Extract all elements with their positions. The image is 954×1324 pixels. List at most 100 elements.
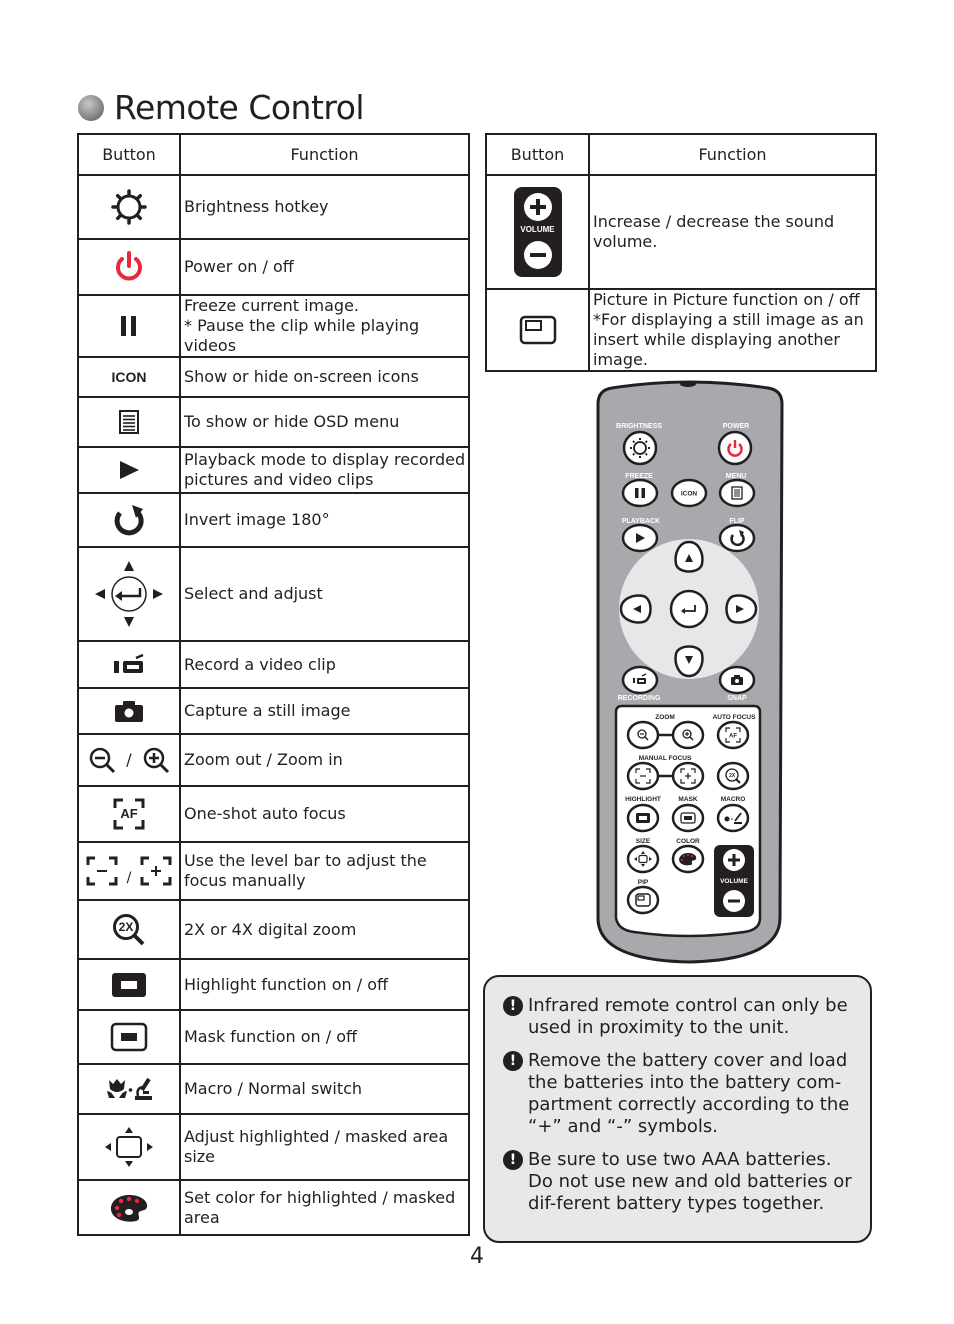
remote-flip-button[interactable]	[718, 523, 756, 553]
auto-focus-label: AF	[120, 806, 138, 821]
remote-up-button[interactable]	[674, 540, 704, 573]
button-cell: /	[77, 841, 181, 901]
focus-separator: /	[126, 870, 132, 886]
macro-normal-icon	[107, 1077, 152, 1100]
function-cell: Brightness hotkey	[179, 174, 470, 240]
table-row: VOLUME Increase / decrease the sound vol…	[485, 174, 877, 290]
table-row: Record a video clip	[77, 640, 470, 689]
page-number: 4	[470, 1244, 484, 1269]
remote-highlight-button[interactable]	[626, 803, 660, 833]
remote-digital-zoom-button[interactable]: 2X	[716, 761, 750, 791]
remote-right-button[interactable]	[725, 594, 758, 624]
note-text: Be sure to use two AAA batteries. Do not…	[528, 1149, 852, 1214]
remote-label-zoom: ZOOM	[655, 714, 675, 721]
function-cell: Use the level bar to adjust the focus ma…	[179, 841, 470, 901]
svg-text:2X: 2X	[729, 773, 736, 779]
remote-label-macro: MACRO	[721, 796, 746, 803]
remote-color-button[interactable]	[671, 844, 705, 874]
button-cell	[77, 546, 181, 642]
remote-label-power: POWER	[723, 423, 749, 430]
mask-icon	[110, 1022, 148, 1052]
header-function: Function	[179, 133, 470, 176]
note-item: ! Infrared remote control can only be us…	[503, 995, 852, 1039]
button-cell	[77, 958, 181, 1011]
function-cell: Increase / decrease the sound volume.	[588, 174, 877, 290]
remote-zoom-out-button[interactable]	[626, 720, 660, 750]
button-cell	[77, 174, 181, 240]
table-row: Picture in Picture function on / off *Fo…	[485, 288, 877, 372]
remote-control-illustration: BRIGHTNESS POWER FREEZE MENU ICON PLAYBA…	[596, 380, 784, 964]
remote-label-manual-focus: MANUAL FOCUS	[639, 755, 692, 762]
svg-text:AF: AF	[729, 734, 737, 740]
digital-zoom-label: 2X	[118, 919, 134, 934]
camera-icon	[115, 701, 143, 722]
remote-volume-rocker[interactable]: VOLUME	[714, 845, 754, 917]
table-row: Capture a still image	[77, 687, 470, 735]
remote-auto-focus-button[interactable]: AF	[716, 720, 750, 750]
zoom-separator: /	[126, 750, 132, 769]
remote-down-button[interactable]	[674, 645, 704, 678]
table-row: 2X 2X or 4X digital zoom	[77, 899, 470, 960]
table-row: AF One-shot auto focus	[77, 785, 470, 843]
remote-label-auto-focus: AUTO FOCUS	[713, 714, 757, 721]
button-cell	[77, 1179, 181, 1236]
remote-label-brightness: BRIGHTNESS	[616, 423, 662, 430]
table-row: / Use the level bar to adjust the focus …	[77, 841, 470, 901]
menu-icon	[119, 410, 139, 434]
remote-menu-button[interactable]	[718, 478, 756, 508]
note-text: Infrared remote control can only be used…	[528, 995, 848, 1038]
table-header-row: Button Function	[485, 133, 877, 176]
remote-snap-button[interactable]	[718, 665, 756, 695]
function-cell: Picture in Picture function on / off *Fo…	[588, 288, 877, 372]
function-cell: Mask function on / off	[179, 1009, 470, 1065]
remote-label-recording: RECORDING	[618, 695, 661, 702]
table-row: To show or hide OSD menu	[77, 396, 470, 448]
button-function-table-right: Button Function VOLUME Increase / decrea…	[485, 133, 877, 372]
remote-brightness-button[interactable]	[622, 430, 658, 466]
button-cell	[77, 294, 181, 358]
function-cell: Freeze current image. * Pause the clip w…	[179, 294, 470, 358]
function-cell: Adjust highlighted / masked area size	[179, 1113, 470, 1181]
note-item: ! Remove the battery cover and load the …	[503, 1050, 852, 1138]
table-row: Playback mode to display recorded pictur…	[77, 446, 470, 494]
remote-focus-plus-button[interactable]	[671, 761, 705, 791]
remote-icon-button[interactable]: ICON	[670, 478, 708, 508]
warning-icon: !	[503, 996, 523, 1016]
remote-size-button[interactable]	[626, 844, 660, 874]
play-icon	[120, 461, 139, 479]
button-cell: 2X	[77, 899, 181, 960]
brightness-icon	[111, 189, 147, 225]
remote-playback-button[interactable]	[621, 523, 659, 553]
header-button: Button	[77, 133, 181, 176]
remote-freeze-button[interactable]	[621, 478, 659, 508]
function-cell: Select and adjust	[179, 546, 470, 642]
table-row: Select and adjust	[77, 546, 470, 642]
remote-recording-button[interactable]	[621, 665, 659, 695]
warning-icon: !	[503, 1150, 523, 1170]
function-cell: Zoom out / Zoom in	[179, 733, 470, 787]
remote-focus-minus-button[interactable]	[626, 761, 660, 791]
button-cell: AF	[77, 785, 181, 843]
table-row: ICON Show or hide on-screen icons	[77, 356, 470, 398]
remote-macro-button[interactable]	[716, 803, 750, 833]
remote-zoom-in-button[interactable]	[671, 720, 705, 750]
svg-text:VOLUME: VOLUME	[720, 878, 748, 885]
manual-focus-minus-icon	[86, 856, 118, 886]
remote-enter-button[interactable]	[669, 589, 709, 629]
remote-mask-button[interactable]	[671, 803, 705, 833]
pip-icon	[519, 315, 556, 345]
warning-icon: !	[503, 1051, 523, 1071]
remote-left-button[interactable]	[619, 594, 652, 624]
button-cell: /	[77, 733, 181, 787]
function-cell: Power on / off	[179, 238, 470, 296]
heading-bullet-icon	[78, 94, 104, 121]
page-heading: Remote Control	[78, 88, 365, 127]
function-cell: One-shot auto focus	[179, 785, 470, 843]
remote-pip-button[interactable]	[626, 885, 660, 915]
button-cell	[77, 238, 181, 296]
remote-power-button[interactable]	[717, 430, 753, 466]
volume-label: VOLUME	[520, 225, 555, 234]
icon-text-icon: ICON	[111, 369, 147, 385]
pause-icon	[121, 316, 136, 336]
function-cell: To show or hide OSD menu	[179, 396, 470, 448]
